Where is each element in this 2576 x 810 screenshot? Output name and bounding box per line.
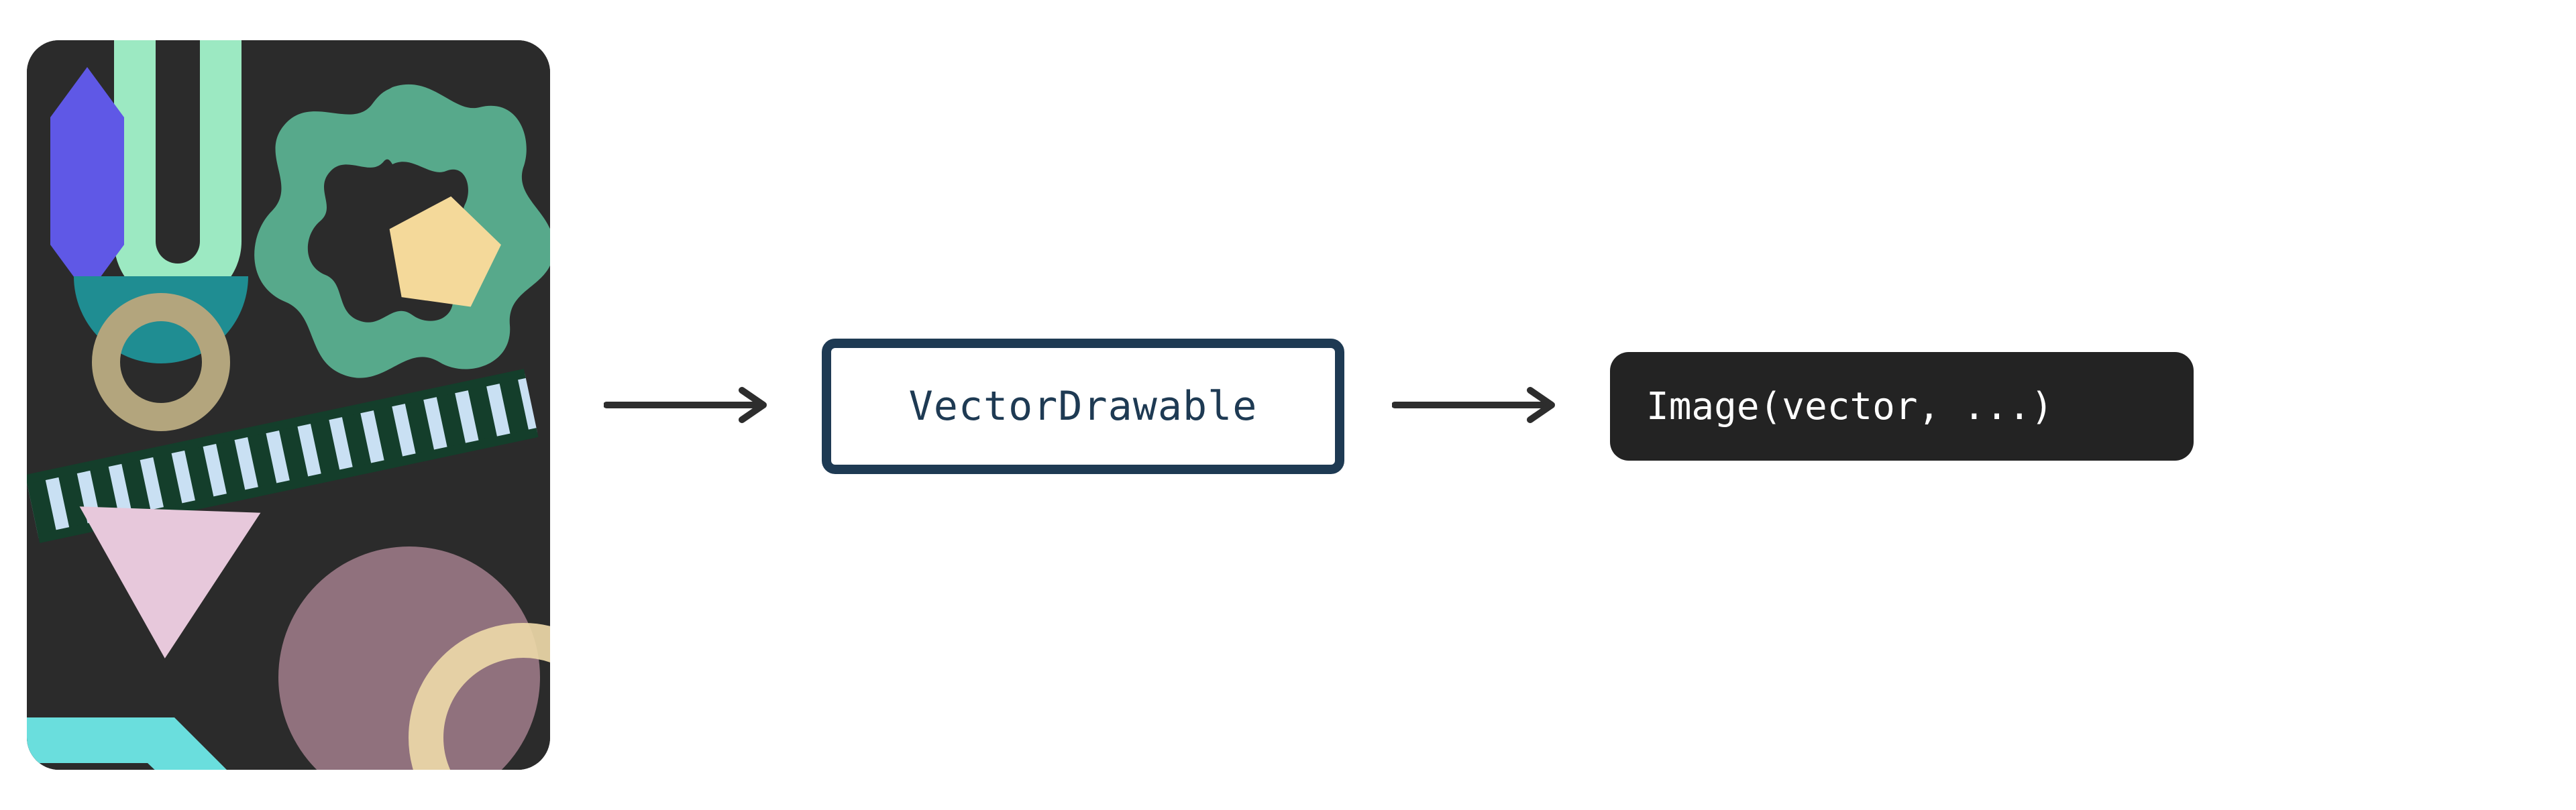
vector-drawable-box: VectorDrawable: [822, 339, 1344, 474]
arrow-icon: [604, 386, 778, 424]
diagram-canvas: VectorDrawable Image(vector, ...): [0, 0, 2576, 810]
arrow-icon: [1392, 386, 1566, 424]
vector-illustration: [27, 40, 550, 770]
image-call-label: Image(vector, ...): [1646, 385, 2053, 428]
image-call-box: Image(vector, ...): [1610, 352, 2194, 461]
vector-drawable-label: VectorDrawable: [909, 383, 1258, 430]
vector-illustration-svg: [27, 40, 550, 770]
